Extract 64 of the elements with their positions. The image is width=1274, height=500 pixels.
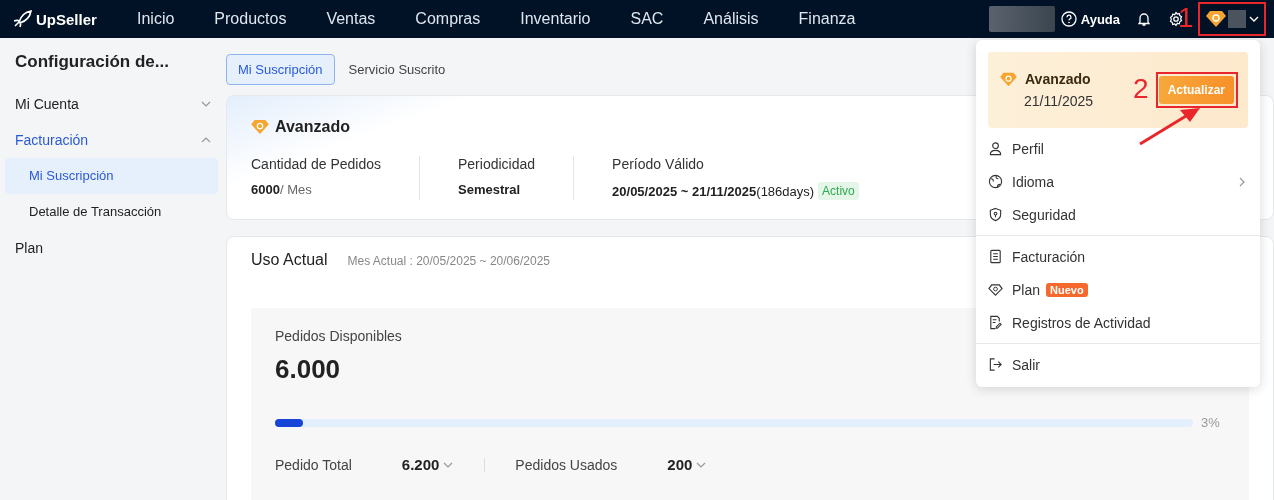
field-value: 6000/ Mes [251, 182, 312, 197]
nav-menu-item[interactable]: Inicio [137, 10, 175, 28]
shield-icon [988, 207, 1003, 222]
section-title: Uso Actual [251, 251, 328, 269]
help-link[interactable]: Ayuda [1060, 11, 1120, 27]
annotation-number: 2 [1133, 75, 1149, 103]
nav-menu-item[interactable]: Compras [415, 10, 481, 28]
nav-menu-item[interactable]: Inventario [520, 10, 591, 28]
field-value: Semestral [458, 182, 521, 197]
sidebar-item[interactable]: Facturación [5, 122, 218, 158]
document-icon [988, 249, 1003, 264]
sidebar-subitem[interactable]: Mi Suscripción [5, 158, 218, 194]
field-label: Período Válido [612, 156, 705, 172]
stat-label: Pedidos Usados [515, 456, 618, 473]
percent-text: 3% [1201, 415, 1221, 430]
annotation-highlight-box [1198, 2, 1266, 36]
available-count: 6.000 [275, 354, 341, 385]
notification-bell-icon[interactable] [1136, 11, 1152, 27]
globe-icon [988, 174, 1003, 189]
stat-label: Pedido Total [275, 456, 352, 473]
menu-item[interactable]: Seguridad [976, 198, 1260, 231]
tab[interactable]: Mi Suscripción [226, 54, 335, 85]
sidebar-item[interactable]: Mi Cuenta [5, 86, 218, 122]
nav-menu-item[interactable]: Análisis [703, 10, 759, 28]
status-badge: Activo [818, 182, 859, 200]
sidebar-title: Configuración de... [14, 52, 170, 73]
stat-value-dropdown[interactable]: 200 [667, 456, 708, 473]
expiry-date: 21/11/2025 [1024, 93, 1094, 109]
available-label: Pedidos Disponibles [275, 328, 403, 344]
diamond-icon [1000, 71, 1017, 87]
new-badge: Nuevo [1046, 282, 1088, 297]
help-icon [1060, 11, 1077, 27]
menu-item[interactable]: Perfil [976, 132, 1260, 165]
menu-item[interactable]: Idioma [976, 165, 1260, 198]
annotation-number: 1 [1178, 4, 1194, 32]
logout-icon [988, 357, 1003, 372]
nav-menu-item[interactable]: SAC [630, 10, 664, 28]
sidebar-item[interactable]: Plan [5, 230, 218, 266]
menu-item[interactable]: Registros de Actividad [976, 306, 1260, 339]
menu-item[interactable]: Plan Nuevo [976, 273, 1260, 306]
stat-value-dropdown[interactable]: 6.200 [401, 456, 455, 473]
blurred-avatar-block [1228, 10, 1246, 28]
diamond-icon [251, 119, 269, 135]
plan-name: Avanzado [275, 118, 350, 136]
nav-menu-item[interactable]: Finanza [798, 10, 856, 28]
field-label: Periodicidad [458, 156, 536, 172]
rocket-logo-icon [12, 9, 32, 29]
diamond-icon [1206, 10, 1226, 28]
menu-item[interactable]: Salir [976, 348, 1260, 381]
annotation-arrow [1138, 106, 1202, 146]
sidebar-subitem[interactable]: Detalle de Transacción [5, 194, 218, 230]
period-text: Mes Actual : 20/05/2025 ~ 20/06/2025 [347, 254, 550, 268]
field-label: Cantidad de Pedidos [251, 156, 381, 172]
user-icon [988, 141, 1003, 156]
field-value: 20/05/2025 ~ 21/11/2025(186days) [612, 183, 815, 199]
tab[interactable]: Servicio Suscrito [336, 54, 458, 85]
document-edit-icon [988, 315, 1003, 330]
nav-menu-item[interactable]: Ventas [326, 10, 376, 28]
plan-name: Avanzado [1025, 71, 1091, 87]
brand-name: UpSeller [36, 10, 97, 28]
diamond-outline-icon [988, 282, 1003, 297]
menu-item[interactable]: Facturación [976, 240, 1260, 273]
blurred-name-block [988, 6, 1055, 32]
nav-menu-item[interactable]: Productos [214, 10, 287, 28]
